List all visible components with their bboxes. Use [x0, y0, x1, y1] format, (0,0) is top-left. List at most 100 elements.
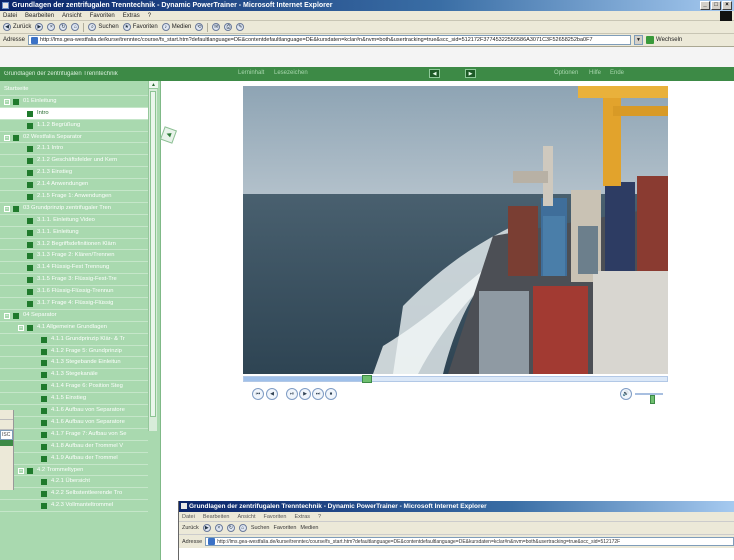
nav-optionen[interactable]: Optionen: [554, 70, 578, 76]
tree-item[interactable]: − 4.1 Allgemeine Grundlagen: [0, 322, 148, 334]
search-button[interactable]: Suchen: [251, 525, 270, 531]
tree-item[interactable]: 1.1.2 Begrüßung: [0, 120, 148, 132]
seek-thumb[interactable]: [361, 375, 372, 383]
menu-extras[interactable]: Extras: [294, 514, 310, 520]
expand-toggle-icon[interactable]: −: [18, 467, 24, 474]
menu-favoriten[interactable]: Favoriten: [264, 514, 287, 520]
expand-toggle-icon[interactable]: −: [18, 324, 24, 331]
menu-datei[interactable]: Datei: [3, 13, 17, 19]
tree-item[interactable]: 3.1.1. Einleitung Video: [0, 215, 148, 227]
tree-item[interactable]: 4.1.1 Grundprinzip Klär- & Tr: [0, 334, 148, 346]
tree-item[interactable]: 3.1.4 Flüssig-Fest Trennung: [0, 262, 148, 275]
stop-button[interactable]: ×: [214, 524, 223, 532]
address-dropdown-button[interactable]: ▼: [634, 35, 644, 45]
rewind-button[interactable]: ◀: [266, 388, 278, 400]
back-button[interactable]: Zurück: [182, 525, 199, 531]
tree-item[interactable]: 3.1.5 Frage 3: Flüssig-Fest-Tre: [0, 274, 148, 287]
expand-toggle-icon[interactable]: −: [4, 134, 10, 141]
tree-item[interactable]: 4.1.4 Frage 6: Position Steg: [0, 381, 148, 394]
menu-bearbeiten[interactable]: Bearbeiten: [203, 514, 230, 520]
tree-item[interactable]: 4.1.9 Aufbau der Trommel: [0, 453, 148, 465]
tree-item[interactable]: 2.1.2 Geschäftsfelder und Kern: [0, 155, 148, 168]
tree-item[interactable]: 3.1.7 Frage 4: Flüssig-Flüssig: [0, 298, 148, 310]
edit-button[interactable]: ✎: [236, 23, 245, 31]
maximize-button[interactable]: □: [711, 1, 721, 10]
forward-button[interactable]: ▶: [202, 524, 211, 532]
menu-bearbeiten[interactable]: Bearbeiten: [25, 13, 54, 19]
scroll-up-button[interactable]: ▲: [149, 81, 158, 89]
tree-item[interactable]: Startseite: [0, 84, 148, 96]
menu-ansicht[interactable]: Ansicht: [237, 514, 255, 520]
tree-item[interactable]: 4.1.6 Aufbau von Separatore: [0, 417, 148, 429]
minimize-button[interactable]: _: [700, 1, 710, 10]
tree-item[interactable]: 4.1.3 Stegekanäle: [0, 369, 148, 382]
sidebar-scrollbar[interactable]: ▲: [148, 81, 158, 431]
tree-item[interactable]: 4.1.3 Stegebande Einleitun: [0, 357, 148, 370]
tree-item[interactable]: − 01 Einleitung: [0, 96, 148, 108]
tree-item[interactable]: 4.1.6 Aufbau von Separatore: [0, 405, 148, 417]
nav-lerninhalt[interactable]: Lerninhalt: [238, 70, 264, 76]
tree-item[interactable]: 2.1.1 Intro: [0, 143, 148, 156]
home-button[interactable]: ⌂: [71, 23, 80, 31]
tree-item[interactable]: Intro: [0, 107, 148, 120]
nav-lesezeichen[interactable]: Lesezeichen: [274, 70, 308, 76]
go-button[interactable]: Wechseln: [646, 36, 682, 44]
volume-knob[interactable]: [649, 395, 655, 404]
favorites-button[interactable]: ★ Favoriten: [122, 23, 158, 31]
tree-item[interactable]: 3.1.6 Flüssig-Flüssig-Trennun: [0, 286, 148, 299]
volume-icon[interactable]: 🔊: [620, 388, 632, 400]
tree-item[interactable]: 4.1.8 Aufbau der Trommel V: [0, 441, 148, 453]
next-chapter-button[interactable]: ⏭: [312, 388, 324, 400]
print-button[interactable]: ⎙: [224, 23, 233, 31]
play-pause-button[interactable]: ⏯: [286, 388, 298, 400]
media-button[interactable]: Medien: [300, 525, 318, 531]
expand-toggle-icon[interactable]: −: [4, 312, 10, 319]
back-button[interactable]: ◀ Zurück: [3, 23, 31, 31]
close-button[interactable]: ×: [722, 1, 732, 10]
forward-button[interactable]: ▶: [35, 23, 44, 31]
menu-extras[interactable]: Extras: [123, 13, 140, 19]
tree-item[interactable]: 4.2.3 Vollmanteltrommel: [0, 500, 148, 513]
mail-button[interactable]: ✉: [212, 23, 221, 31]
expand-toggle-icon[interactable]: −: [4, 205, 10, 212]
nav-ende[interactable]: Ende: [610, 70, 624, 76]
address-input[interactable]: http://lms.gea-westfalia.de/kurse/trennt…: [28, 35, 632, 45]
next-page-button[interactable]: ▶: [465, 69, 476, 78]
tree-item[interactable]: − 4.2 Trommeltypen: [0, 465, 148, 477]
refresh-button[interactable]: ↻: [226, 524, 235, 532]
stop-button[interactable]: ⏹: [325, 388, 337, 400]
menu-ansicht[interactable]: Ansicht: [62, 13, 82, 19]
tree-item[interactable]: − 03 Grundprinzip zentrifugaler Tren: [0, 203, 148, 215]
tree-item[interactable]: 4.1.5 Einstieg: [0, 393, 148, 406]
tree-item[interactable]: 4.1.7 Frage 7: Aufbau von Se: [0, 429, 148, 441]
tree-item[interactable]: 3.1.3 Frage 2: Klären/Trennen: [0, 250, 148, 263]
nav-hilfe[interactable]: Hilfe: [589, 70, 601, 76]
second-browser-window[interactable]: Grundlagen der zentrifugalen Trenntechni…: [178, 501, 734, 560]
history-button[interactable]: ⟲: [195, 23, 204, 31]
favorites-button[interactable]: Favoriten: [273, 525, 296, 531]
stop-button[interactable]: ×: [47, 23, 56, 31]
forward-button[interactable]: ▶: [299, 388, 311, 400]
tree-item[interactable]: 2.1.5 Frage 1: Anwendungen: [0, 191, 148, 203]
background-window-left[interactable]: ISC: [0, 410, 14, 490]
tree-item[interactable]: 4.1.2 Frage 5: Grundprinzip: [0, 346, 148, 358]
prev-page-button[interactable]: ◀: [429, 69, 440, 78]
tree-item[interactable]: 3.1.1. Einleitung: [0, 227, 148, 239]
tree-item[interactable]: − 04 Separator: [0, 310, 148, 322]
menu-datei[interactable]: Datei: [182, 514, 195, 520]
menu-help[interactable]: ?: [148, 13, 151, 19]
refresh-button[interactable]: ↻: [59, 23, 68, 31]
tree-item[interactable]: − 02 Westfalia Separator: [0, 132, 148, 144]
address-input[interactable]: http://lms.gea-westfalia.de/kurse/trennt…: [205, 537, 734, 546]
tree-item[interactable]: 2.1.3 Einstieg: [0, 167, 148, 180]
home-button[interactable]: ⌂: [238, 524, 247, 532]
tree-item[interactable]: 4.2.1 Übersicht: [0, 476, 148, 489]
sidebar-collapse-tab[interactable]: ◀: [159, 126, 178, 144]
video-player[interactable]: [243, 86, 668, 374]
search-button[interactable]: ⌕ Suchen: [88, 23, 119, 31]
previous-chapter-button[interactable]: ⏮: [252, 388, 264, 400]
tree-item[interactable]: 4.2.2 Selbstentleerende Tro: [0, 488, 148, 501]
menu-help[interactable]: ?: [318, 514, 321, 520]
video-seek-bar[interactable]: [243, 375, 668, 383]
menu-favoriten[interactable]: Favoriten: [90, 13, 115, 19]
